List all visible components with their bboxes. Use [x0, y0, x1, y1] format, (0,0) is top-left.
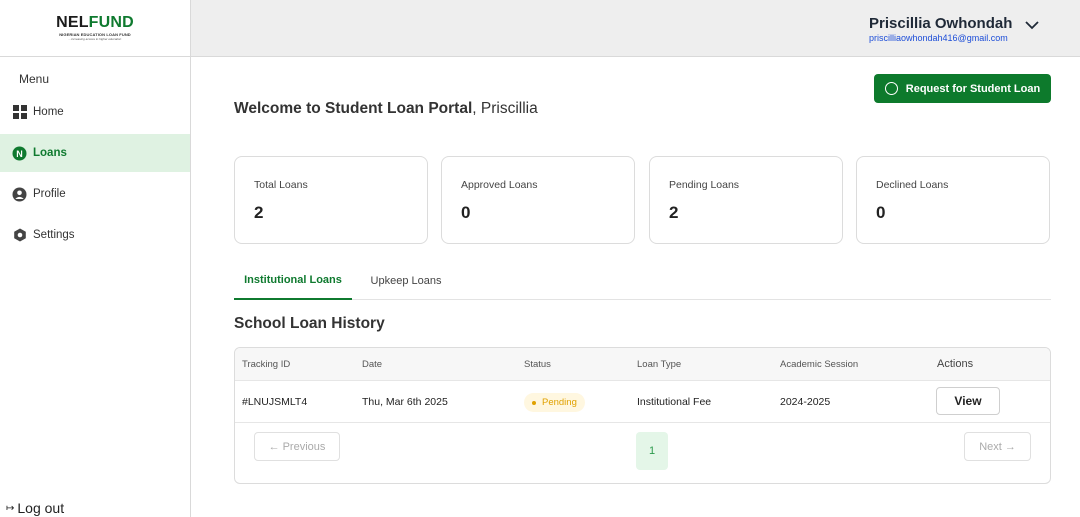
arrow-right-icon: → [1004, 440, 1016, 453]
welcome-title: Welcome to Student Loan Portal [234, 100, 473, 117]
sidebar: NELFUND NIGERIAN EDUCATION LOAN FUND ...… [0, 0, 191, 517]
status-badge: Pending [524, 393, 585, 412]
chevron-down-icon[interactable] [1024, 18, 1040, 32]
stat-value: 2 [669, 203, 679, 222]
logout-icon: ↦ [6, 502, 15, 514]
table-row: #LNUJSMLT4 Thu, Mar 6th 2025 Pending Ins… [235, 381, 1050, 423]
stat-label: Declined Loans [876, 179, 949, 191]
menu-label: Menu [19, 72, 50, 86]
stat-label: Approved Loans [461, 179, 538, 191]
sidebar-item-profile[interactable]: Profile [0, 175, 190, 213]
stat-value: 0 [876, 203, 886, 222]
logo[interactable]: NELFUND NIGERIAN EDUCATION LOAN FUND ...… [0, 0, 190, 57]
cell-date: Thu, Mar 6th 2025 [362, 396, 448, 408]
table-header: Tracking ID Date Status Loan Type Academ… [235, 348, 1050, 381]
tab-upkeep-loans[interactable]: Upkeep Loans [360, 262, 452, 300]
circle-icon [884, 82, 898, 95]
welcome-heading: Welcome to Student Loan Portal, Priscill… [234, 100, 538, 118]
welcome-user-name: , Priscillia [472, 100, 538, 117]
nelfund-n-icon: N [12, 146, 27, 161]
stat-card-declined: Declined Loans 0 [856, 156, 1050, 244]
user-name: Priscillia Owhondah [869, 15, 1013, 32]
top-header: Priscillia Owhondah priscilliaowhondah41… [191, 0, 1080, 57]
arrow-left-icon: ← [268, 440, 280, 453]
loan-tabs: Institutional Loans Upkeep Loans [234, 262, 1051, 300]
stat-card-total: Total Loans 2 [234, 156, 428, 244]
logo-fund-text: FUND [88, 14, 134, 31]
request-button-label: Request for Student Loan [905, 82, 1041, 95]
next-label: Next [979, 440, 1002, 453]
column-header-academic-session: Academic Session [780, 359, 859, 370]
main-content: Request for Student Loan Welcome to Stud… [191, 57, 1080, 517]
column-header-loan-type: Loan Type [637, 359, 682, 370]
view-button[interactable]: View [936, 387, 1000, 415]
cell-tracking-id: #LNUJSMLT4 [242, 396, 308, 408]
sidebar-item-label: Settings [33, 229, 75, 241]
stat-value: 2 [254, 203, 264, 222]
cell-academic-session: 2024-2025 [780, 396, 831, 408]
status-dot-icon [532, 400, 536, 405]
previous-label: Previous [282, 440, 326, 453]
logo-nel-text: NEL [56, 14, 89, 31]
column-header-status: Status [524, 359, 551, 370]
cell-loan-type: Institutional Fee [637, 396, 712, 408]
stat-value: 0 [461, 203, 471, 222]
logo-wordmark: NELFUND [56, 15, 134, 31]
grid-icon [12, 105, 27, 120]
sidebar-item-label: Home [33, 106, 64, 118]
user-icon [12, 187, 27, 202]
logo-tagline: ...increasing access to higher education [68, 37, 122, 41]
status-badge-label: Pending [542, 397, 577, 408]
tab-institutional-loans[interactable]: Institutional Loans [234, 262, 352, 300]
stat-card-pending: Pending Loans 2 [649, 156, 843, 244]
column-header-date: Date [362, 359, 383, 370]
stat-card-approved: Approved Loans 0 [441, 156, 635, 244]
loan-history-table: Tracking ID Date Status Loan Type Academ… [234, 347, 1051, 484]
previous-page-button[interactable]: ← Previous [254, 432, 340, 461]
svg-text:N: N [16, 149, 23, 159]
page-number-button[interactable]: 1 [636, 432, 668, 470]
stat-label: Pending Loans [669, 179, 740, 191]
request-student-loan-button[interactable]: Request for Student Loan [874, 74, 1051, 103]
user-email: priscilliaowhondah416@gmail.com [869, 33, 1008, 43]
app-root: NELFUND NIGERIAN EDUCATION LOAN FUND ...… [0, 0, 1080, 517]
sidebar-item-loans[interactable]: N Loans [0, 134, 190, 172]
section-title: School Loan History [234, 315, 385, 332]
stat-label: Total Loans [254, 179, 308, 191]
logout-label: Log out [17, 500, 65, 516]
column-header-actions: Actions [937, 358, 974, 370]
sidebar-item-settings[interactable]: Settings [0, 216, 190, 254]
sidebar-item-label: Profile [33, 188, 66, 200]
sidebar-item-label: Loans [33, 147, 67, 159]
sidebar-item-home[interactable]: Home [0, 93, 190, 131]
logout-button[interactable]: ↦ Log out [6, 500, 64, 516]
hexagon-settings-icon [12, 228, 27, 243]
column-header-tracking-id: Tracking ID [242, 359, 291, 370]
next-page-button[interactable]: Next → [964, 432, 1031, 461]
